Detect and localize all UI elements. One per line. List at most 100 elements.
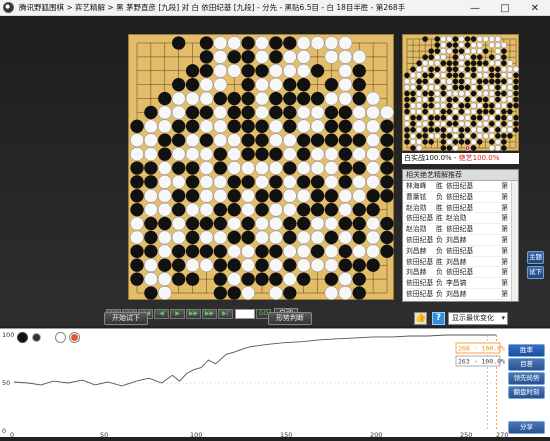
white-stone <box>410 84 417 91</box>
thumb-up-icon[interactable]: 👍 <box>414 312 427 325</box>
white-stone <box>338 202 353 217</box>
white-stone <box>227 244 242 259</box>
black-stone <box>241 36 255 50</box>
start-try-button[interactable]: 开始试下 <box>104 312 148 325</box>
white-stone <box>255 77 269 92</box>
white-stone <box>494 54 501 61</box>
white-stone <box>213 230 228 245</box>
black-stone <box>495 72 501 79</box>
black-stone <box>338 147 352 161</box>
white-stone <box>422 96 429 103</box>
next-button[interactable]: ▶ <box>170 308 185 319</box>
black-stone <box>501 60 507 67</box>
recommend-cell: 刘昌赫 <box>446 257 467 266</box>
black-stone <box>416 78 422 85</box>
black-stone <box>488 72 495 79</box>
recommend-row[interactable]: 依田纪基负李昌镐 第 <box>403 278 518 289</box>
black-stone <box>158 91 172 106</box>
black-stone <box>458 72 465 79</box>
white-stone <box>143 188 158 203</box>
turnaround-tab[interactable]: 翻盘时刻 <box>508 386 545 399</box>
white-stone <box>338 230 353 245</box>
recommend-row[interactable]: 刘昌赫负依田纪基 第 <box>403 267 518 279</box>
black-stone <box>241 50 255 64</box>
white-stone <box>171 91 186 106</box>
black-stone <box>310 203 325 217</box>
prev-button[interactable]: ◀ <box>154 308 169 319</box>
white-stone <box>470 126 477 133</box>
black-stone <box>464 102 471 109</box>
recommend-row[interactable]: 依田纪基胜刘昌赫 第 <box>403 257 518 268</box>
white-stone <box>416 144 423 152</box>
recommend-row[interactable]: 曹薰铉负依田纪基 第 <box>403 192 518 203</box>
black-stone <box>476 54 483 60</box>
white-stone <box>500 66 507 73</box>
white-stone <box>434 60 441 67</box>
white-stone <box>464 120 471 127</box>
next-5-button[interactable]: ▶▶ <box>186 308 201 319</box>
recommend-row[interactable]: 依田纪基负刘昌赫 第 <box>403 289 518 300</box>
go-board[interactable] <box>128 34 394 300</box>
move-number-input[interactable] <box>235 308 255 319</box>
white-stone <box>213 49 228 64</box>
maximize-button[interactable]: □ <box>490 0 520 16</box>
score-diff-tab[interactable]: 目差 <box>508 358 545 371</box>
black-stone <box>255 272 269 286</box>
white-stone <box>255 105 269 120</box>
white-stone <box>446 90 453 97</box>
try-button[interactable]: 试下 <box>527 266 544 279</box>
white-stone <box>268 133 283 148</box>
recommend-row[interactable]: 依田纪基胜赵治勋 第 <box>403 213 518 225</box>
recommend-scrollbar[interactable] <box>511 181 518 301</box>
white-stone <box>157 161 172 175</box>
recommend-cell: 第 <box>501 235 508 244</box>
white-stone <box>494 60 501 67</box>
variation-select[interactable]: 显示最优变化 ▾ <box>448 312 508 325</box>
white-stone <box>440 96 447 103</box>
white-stone <box>410 72 417 79</box>
recommend-cell: 第 <box>501 203 508 212</box>
black-stone <box>338 244 352 258</box>
win-rate-tab[interactable]: 胜率 <box>508 344 545 357</box>
white-marker-icon[interactable] <box>69 332 80 343</box>
black-stone <box>501 54 507 60</box>
black-stone <box>404 108 410 115</box>
black-stone <box>241 91 255 106</box>
white-stone <box>310 161 325 175</box>
next-10-button[interactable]: ▶▶ <box>202 308 217 319</box>
recommend-row[interactable]: 林海峰 胜依田纪基 第 <box>403 181 518 192</box>
black-stone <box>172 133 186 147</box>
black-stone <box>488 66 495 73</box>
recommend-row[interactable]: 刘昌赫负依田纪基 第 <box>403 246 518 257</box>
recommend-row[interactable]: 赵治勋胜依田纪基 第 <box>403 224 518 235</box>
judge-button[interactable]: 形势判断 <box>268 312 312 325</box>
white-stone <box>213 36 228 50</box>
black-stone <box>297 147 311 161</box>
white-stone <box>488 126 495 133</box>
close-button[interactable]: ✕ <box>520 0 550 16</box>
help-icon[interactable]: ? <box>432 312 445 325</box>
white-stone <box>464 144 471 152</box>
last-move-button[interactable]: ▶| <box>218 308 233 319</box>
white-stone <box>366 216 381 231</box>
white-stone <box>458 120 465 127</box>
recommend-row[interactable]: 赵治勋胜依田纪基 第 <box>403 203 518 214</box>
black-stone <box>446 72 453 79</box>
minimize-button[interactable]: — <box>460 0 490 16</box>
white-stone <box>338 272 353 287</box>
black-stone <box>352 272 366 286</box>
white-stone <box>296 161 311 175</box>
black-stone <box>185 119 200 133</box>
white-stone <box>434 54 441 61</box>
black-stone <box>380 147 394 161</box>
white-stone <box>157 244 172 259</box>
theme-button[interactable]: 主题 <box>527 251 544 264</box>
black-stone <box>501 108 507 115</box>
recommend-row[interactable]: 依田纪基负刘昌赫 第 <box>403 235 518 246</box>
share-button[interactable]: 分享 <box>508 421 545 434</box>
black-marker-icon[interactable] <box>32 333 41 342</box>
black-stone <box>283 216 297 231</box>
black-stone <box>366 189 380 203</box>
lead-trend-tab[interactable]: 领先局势 <box>508 372 545 385</box>
white-stone <box>157 202 172 217</box>
